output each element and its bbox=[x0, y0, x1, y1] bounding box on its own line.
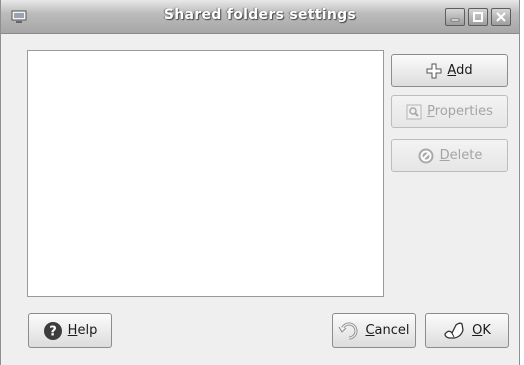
cancel-button[interactable]: Cancel bbox=[332, 313, 416, 348]
delete-button-label: Delete bbox=[439, 148, 483, 163]
svg-text:?: ? bbox=[49, 324, 57, 339]
maximize-icon[interactable] bbox=[468, 8, 488, 26]
delete-button[interactable]: Delete bbox=[391, 139, 508, 172]
ok-button[interactable]: OK bbox=[425, 313, 509, 348]
help-icon: ? bbox=[43, 321, 63, 341]
minimize-icon[interactable] bbox=[445, 8, 465, 26]
ok-button-label: OK bbox=[472, 323, 491, 338]
delete-icon bbox=[417, 147, 435, 165]
help-button[interactable]: ? Help bbox=[28, 313, 112, 348]
add-button-label: Add bbox=[447, 63, 473, 78]
add-button[interactable]: Add bbox=[391, 54, 508, 87]
cancel-icon bbox=[338, 321, 360, 341]
dialog-window: Shared folders settings Add Properties D… bbox=[0, 0, 520, 365]
window-title: Shared folders settings bbox=[163, 7, 357, 23]
properties-button-label: Properties bbox=[427, 104, 493, 119]
close-icon[interactable] bbox=[491, 8, 511, 26]
shared-folders-list[interactable] bbox=[27, 50, 384, 297]
title-bar[interactable]: Shared folders settings bbox=[1, 0, 519, 34]
properties-button[interactable]: Properties bbox=[391, 95, 508, 128]
help-button-label: Help bbox=[67, 323, 98, 338]
window-controls bbox=[445, 8, 511, 26]
cancel-button-label: Cancel bbox=[365, 323, 410, 338]
ok-icon bbox=[443, 321, 467, 341]
properties-icon bbox=[406, 104, 422, 120]
add-icon bbox=[426, 63, 442, 79]
